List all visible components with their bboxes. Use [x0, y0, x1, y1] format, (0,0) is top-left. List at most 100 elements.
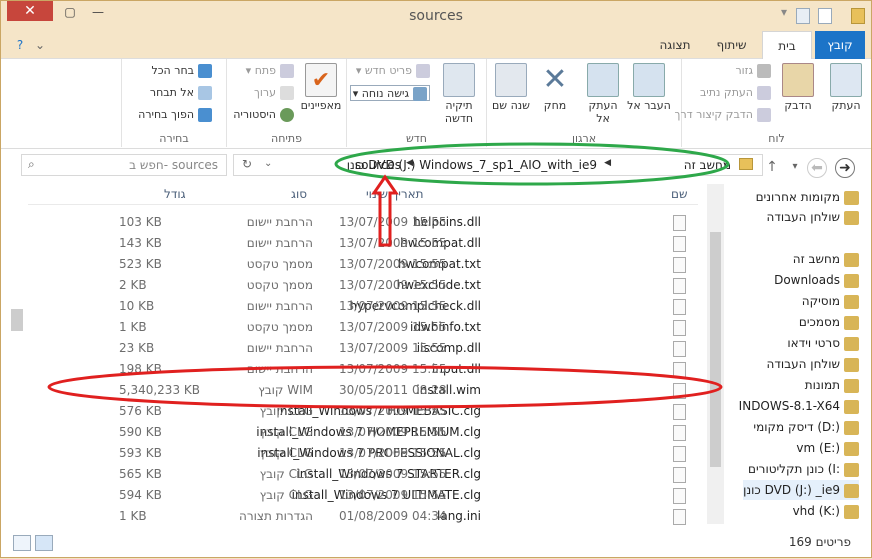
nav-item[interactable]: מוסיקה	[802, 291, 859, 311]
ribbon-expand-icon[interactable]: ⌄	[31, 31, 49, 59]
file-row[interactable]: install_Windows 7 HOMEBASIC.clg 13/07/20…	[1, 401, 701, 422]
details-view-icon[interactable]	[13, 535, 31, 551]
nav-item[interactable]: vhd (K:)	[793, 501, 859, 521]
file-row[interactable]: hwexclude.txt 13/07/2009 15:55 מסמך טקסט…	[1, 275, 701, 296]
properties-button[interactable]: ✔ מאפיינים	[299, 63, 343, 112]
list-view-icon[interactable]	[35, 535, 53, 551]
address-dropdown-icon[interactable]: ⌄	[264, 158, 272, 169]
open-button[interactable]: ▾ פתח	[246, 63, 294, 79]
file-row[interactable]: hypervcomplcheck.dll 13/07/2009 15:55 הר…	[1, 296, 701, 317]
column-date[interactable]: תאריך שינוי	[366, 187, 424, 201]
up-arrow-icon[interactable]: ↑	[762, 158, 782, 176]
nav-item[interactable]: כונן תקליטורים (I:	[748, 459, 859, 479]
forward-arrow-icon[interactable]: ⬅	[807, 158, 827, 178]
edit-button[interactable]: ערוך	[254, 85, 294, 101]
file-row[interactable]: iiscomp.dll 13/07/2009 15:55 הרחבת יישום…	[1, 338, 701, 359]
new-folder-button[interactable]: תיקיה חדשה	[437, 63, 481, 125]
qat-properties-icon[interactable]	[796, 8, 810, 24]
column-name[interactable]: שם	[671, 187, 687, 201]
file-row[interactable]: hwcompat.txt 13/07/2009 15:55 מסמך טקסט …	[1, 254, 701, 275]
file-size: 593 KB	[119, 446, 162, 460]
file-type: מסמך טקסט	[246, 257, 313, 271]
file-icon	[673, 320, 686, 336]
file-row[interactable]: hwcompat.dll 13/07/2009 15:55 הרחבת יישו…	[1, 233, 701, 254]
breadcrumb-chevron-icon[interactable]: ◀	[406, 158, 413, 168]
file-icon	[673, 383, 686, 399]
tab-home[interactable]: בית	[762, 31, 812, 60]
desktop-icon	[844, 210, 859, 225]
nav-item[interactable]: מחשב זה	[793, 249, 859, 269]
file-size: 576 KB	[119, 404, 162, 418]
file-date: 13/07/2009 15:55	[339, 215, 447, 229]
nav-item[interactable]: דיסק מקומי (D:)	[753, 417, 859, 437]
new-item-icon	[416, 64, 430, 78]
breadcrumb-sources[interactable]: sources	[355, 158, 401, 172]
file-date: 13/07/2009 15:55	[339, 488, 447, 502]
nav-item[interactable]: vm (E:)	[796, 438, 859, 458]
edit-icon	[280, 86, 294, 100]
tab-view[interactable]: תצוגה	[651, 31, 699, 59]
tab-file[interactable]: קובץ	[815, 31, 865, 59]
nav-item[interactable]: סרטי וידאו	[787, 333, 859, 353]
copy-path-button[interactable]: העתק נתיב	[700, 85, 771, 101]
invert-selection-label: הפוך בחירה	[138, 108, 194, 121]
file-icon	[673, 425, 686, 441]
delete-button[interactable]: ✕ מחק	[533, 62, 577, 113]
file-size: 523 KB	[119, 257, 162, 271]
qat-new-folder-icon[interactable]	[818, 8, 832, 24]
drive-icon	[844, 504, 859, 519]
back-arrow-icon[interactable]: ➜	[835, 158, 855, 178]
paste-button[interactable]: הדבק	[776, 63, 820, 112]
file-row[interactable]: idwbinfo.txt 13/07/2009 15:55 מסמך טקסט …	[1, 317, 701, 338]
paste-shortcut-button[interactable]: הדבק קיצור דרך	[675, 107, 771, 123]
file-row[interactable]: lang.ini 01/08/2009 04:34 הגדרות תצורה 1…	[1, 506, 701, 527]
file-icon	[673, 467, 686, 483]
file-type: הרחבת יישום	[246, 236, 313, 250]
rename-button[interactable]: שנה שם	[489, 63, 533, 112]
file-type: הרחבת יישום	[246, 215, 313, 229]
move-to-button[interactable]: העבר אל	[627, 63, 671, 112]
tab-share[interactable]: שיתוף	[704, 31, 759, 59]
delete-x-icon: ✕	[542, 62, 568, 97]
nav-item[interactable]: תמונות	[805, 375, 859, 395]
column-size[interactable]: גודל	[164, 187, 186, 201]
file-icon	[673, 215, 686, 231]
copy-to-button[interactable]: העתק אל	[581, 63, 625, 125]
refresh-icon[interactable]: ↻	[242, 157, 252, 171]
nav-item[interactable]: INDOWS-8.1-X64	[739, 396, 859, 416]
nav-item[interactable]: מסמכים	[799, 312, 859, 332]
select-none-button[interactable]: אל תבחר	[150, 85, 212, 101]
file-row[interactable]: install_Windows 7 ULTIMATE.clg 13/07/200…	[1, 485, 701, 506]
nav-item[interactable]: שולחן העבודה	[767, 207, 859, 227]
cut-button[interactable]: גזור	[735, 63, 771, 79]
new-item-button[interactable]: ▾ פריט חדש	[356, 63, 430, 79]
recent-locations-chevron-icon[interactable]: ▾	[785, 158, 805, 176]
file-row[interactable]: install_Windows 7 STARTER.clg 13/07/2009…	[1, 464, 701, 485]
nav-scrollbar-thumb[interactable]	[11, 309, 23, 331]
file-row[interactable]: input.dll 13/07/2009 15:55 הרחבת יישום 1…	[1, 359, 701, 380]
select-all-button[interactable]: בחר הכל	[151, 63, 212, 79]
help-icon[interactable]: ?	[11, 31, 29, 59]
file-row[interactable]: install_Windows 7 PROFESSIONAL.clg 13/07…	[1, 443, 701, 464]
breadcrumb-this-pc[interactable]: מחשב זה	[684, 158, 731, 172]
search-box[interactable]: ⌕ חפש ב- sources	[21, 154, 227, 176]
invert-selection-button[interactable]: הפוך בחירה	[138, 107, 212, 123]
nav-item-label: מקומות אחרונים	[755, 190, 840, 204]
breadcrumb-chevron-icon[interactable]: ◀	[604, 158, 611, 168]
nav-item[interactable]: Downloads	[774, 270, 859, 290]
copy-button[interactable]: העתק	[824, 63, 868, 112]
nav-item-label: מסמכים	[798, 315, 840, 329]
file-row[interactable]: install.wim 30/05/2011 08:28 קובץ WIM 5,…	[1, 380, 701, 401]
file-icon	[673, 236, 686, 252]
file-row[interactable]: install_Windows 7 HOMEPREMIUM.clg 13/07/…	[1, 422, 701, 443]
history-button[interactable]: היסטוריה	[233, 107, 294, 123]
nav-item[interactable]: כונן DVD (J:) _ie9	[743, 480, 859, 500]
vertical-scrollbar[interactable]	[707, 184, 724, 524]
nav-item[interactable]: שולחן העבודה	[767, 354, 859, 374]
file-row[interactable]: helpcins.dll 13/07/2009 15:55 הרחבת יישו…	[1, 212, 701, 233]
scrollbar-thumb[interactable]	[710, 232, 721, 467]
qat-dropdown-icon[interactable]: ▾	[771, 5, 797, 23]
nav-item[interactable]: מקומות אחרונים	[756, 187, 859, 207]
easy-access-button[interactable]: ▾ גישה נוחה	[349, 85, 430, 101]
column-type[interactable]: סוג	[291, 187, 307, 201]
